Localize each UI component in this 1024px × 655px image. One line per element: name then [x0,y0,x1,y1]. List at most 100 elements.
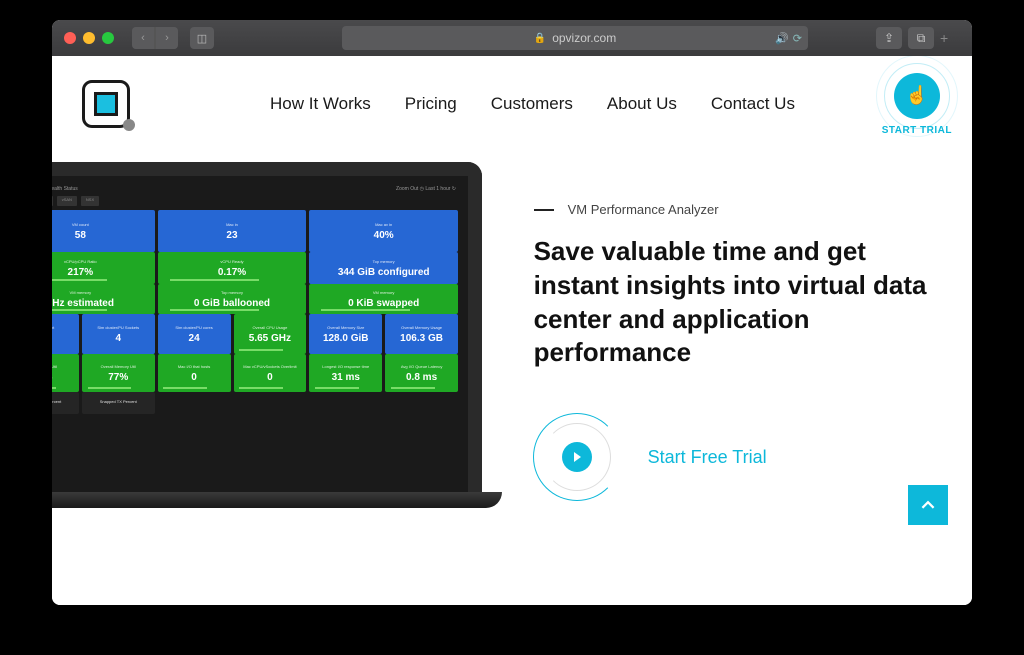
tile-value: 0.8 ms [387,372,456,383]
tile-value: 106.3 GB [387,333,456,344]
share-button[interactable]: ⇪ [876,27,902,49]
cta-link[interactable]: Start Free Trial [648,447,767,468]
maximize-window-button[interactable] [102,32,114,44]
nav-how-it-works[interactable]: How It Works [270,94,371,114]
metric-tile: Mac av in40% [309,210,458,252]
eyebrow-text: VM Performance Analyzer [568,202,719,217]
logo[interactable] [82,80,130,128]
tile-label: Top memory [160,290,305,295]
traffic-lights [64,32,114,44]
tile-label: VM memory [52,290,153,295]
headline: Save valuable time and get instant insig… [534,235,932,370]
tile-value: 18% [52,372,77,383]
metric-tile: Snapped RX Percent [52,392,79,414]
metric-tile: Top memory 0 GiB ballooned [158,284,307,314]
dashboard-controls: Zoom Out ◷ Last 1 hour ↻ [396,186,456,192]
tile-value: 0 KiB swapped [311,298,456,309]
tile-value: 77% [84,372,153,383]
nav-pricing[interactable]: Pricing [405,94,457,114]
dashboard-grid: VM count 58 Mac in23Mac av in40% vCPU/pCPU … [52,210,462,414]
tile-label: VM count [52,222,153,227]
tile-value: 58 [52,230,153,241]
metric-tile: Sim cluster/PU cores 24 [158,314,231,354]
address-bar[interactable]: 🔒 opvizor.com 🔊 ⟳ [342,26,808,50]
metric-tile: VM memory 2Hz estimated [52,284,155,314]
tile-label: vCPU/pCPU Ratio [52,259,153,264]
dash-tab: vSAN [57,196,77,206]
tile-value: 4 [84,333,153,344]
tile-label: Mac in [160,222,305,227]
chrome-right: ⇪ ⧉ + [876,27,960,49]
site-header: How It Works Pricing Customers About Us … [52,56,972,152]
tile-label: Top memory [311,259,456,264]
tabs-button[interactable]: ⧉ [908,27,934,49]
back-button[interactable]: ‹ [132,27,154,49]
tile-value: 344 GiB configured [311,267,456,278]
laptop-base [52,492,502,508]
metric-tile: Mac I/O that hosts 0 [158,354,231,392]
hero-left: VMware vSphere Health Status Zoom Out ◷ … [52,152,494,605]
metric-tile: Longest I/O response time31 ms [309,354,382,392]
metric-tile: Overall Memory Usage 106.3 GB [385,314,458,354]
metric-tile: vCPU Ready 0.17% [158,252,307,284]
tile-label: Hosted count [52,325,77,330]
metric-tile: Hosted count 2 [52,314,79,354]
metric-tile: Snapped TX Percent [82,392,155,414]
nav-about-us[interactable]: About Us [607,94,677,114]
minimize-window-button[interactable] [83,32,95,44]
hero-right: VM Performance Analyzer Save valuable ti… [494,152,972,605]
tile-label: Snapped TX Percent [84,399,153,404]
tile-value: 0.17% [160,267,305,278]
dashboard-tabs: General PKI vSAN NSX [52,196,462,206]
tile-label: VM memory [311,290,456,295]
tile-label: Hosted CPU Util [52,364,77,369]
tile-label: Overall CPU Usage [236,325,305,330]
metric-tile: Overall CPU Usage5.65 GHz [234,314,307,354]
nav-contact-us[interactable]: Contact Us [711,94,795,114]
metric-tile: Avg I/O Queue Latency0.8 ms [385,354,458,392]
tile-value: 0 [160,372,229,383]
lock-icon: 🔒 [534,33,546,44]
metric-tile: Overall Memory Size128.0 GiB [309,314,382,354]
reload-icon[interactable]: ⟳ [793,32,802,45]
pointer-icon: ☝ [906,85,928,106]
metric-tile: Hosted CPU Util 18% [52,354,79,392]
tile-value: 0 [236,372,305,383]
tile-value: 2Hz estimated [52,298,153,309]
dash-tab: NSX [81,196,99,206]
start-trial-badge[interactable]: ☝ START TRIAL [882,73,952,136]
tile-label: Mac vCPU/vSockets Overlimit [236,364,305,369]
nav-arrows: ‹ › [132,27,178,49]
metric-tile: VM count 58 [52,210,155,252]
play-button[interactable] [534,414,620,500]
close-window-button[interactable] [64,32,76,44]
logo-dot [123,119,135,131]
tile-value: 217% [52,267,153,278]
sidebar-toggle-button[interactable]: ◫ [190,27,214,49]
new-tab-button[interactable]: + [940,30,960,46]
tile-label: Mac av in [311,222,456,227]
tile-value: 2 [52,333,77,344]
play-icon [562,442,592,472]
tile-label: Mac I/O that hosts [160,364,229,369]
tile-value: 24 [160,333,229,344]
metric-tile: Mac in23 [158,210,307,252]
tile-value: 128.0 GiB [311,333,380,344]
tile-label: Overall Memory Usage [387,325,456,330]
logo-inner [94,92,118,116]
eyebrow: VM Performance Analyzer [534,202,932,217]
dash-tab: PKI [52,196,53,206]
metric-tile: VM memory 0 KiB swapped [309,284,458,314]
tile-label: Snapped RX Percent [52,399,77,404]
start-trial-circle: ☝ [894,73,940,119]
tile-label: Sim cluster/PU Sockets [84,325,153,330]
tile-label: vCPU Ready [160,259,305,264]
scroll-to-top-button[interactable] [908,485,948,525]
tile-label: Overall Memory Util [84,364,153,369]
audio-icon[interactable]: 🔊 [775,32,789,45]
tile-label: Sim cluster/PU cores [160,325,229,330]
tile-value: 0 GiB ballooned [160,298,305,309]
nav-customers[interactable]: Customers [491,94,573,114]
url-text: opvizor.com [552,31,616,45]
forward-button[interactable]: › [156,27,178,49]
